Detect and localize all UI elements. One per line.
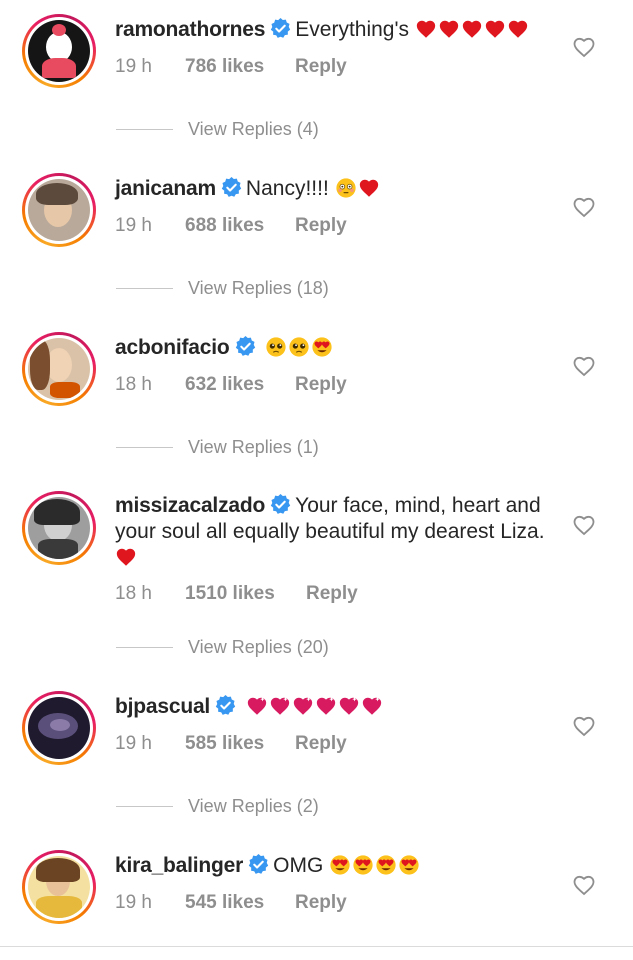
emoji-group [265, 336, 334, 359]
username[interactable]: acbonifacio [115, 336, 230, 359]
divider [116, 446, 173, 448]
comment-text: Everything's [295, 18, 409, 41]
verified-badge-icon [221, 176, 242, 197]
likes-count[interactable]: 688 likes [185, 215, 295, 237]
sparkling-heart-icon [362, 696, 382, 715]
reply-button[interactable]: Reply [295, 56, 347, 78]
sparkling-heart-icon [270, 696, 290, 715]
avatar[interactable] [22, 491, 96, 565]
sparkling-heart-icon [293, 696, 313, 715]
heart-eyes-face-icon [376, 855, 396, 875]
verified-badge-icon [248, 853, 269, 874]
red-heart-icon [462, 20, 482, 38]
emoji-group [329, 854, 421, 877]
view-replies-link[interactable]: View Replies (1) [188, 437, 319, 458]
red-heart-icon [485, 20, 505, 38]
sparkling-heart-icon [316, 696, 336, 715]
sparkling-heart-icon [339, 696, 359, 715]
view-replies-link[interactable]: View Replies (4) [188, 119, 319, 140]
view-replies-link[interactable]: View Replies (20) [188, 637, 329, 658]
red-heart-icon [508, 20, 528, 38]
comment-text: Nancy!!!! [245, 177, 329, 200]
bottom-divider [0, 946, 633, 947]
flushed-face-icon [336, 178, 356, 198]
red-heart-icon [116, 548, 136, 566]
heart-eyes-face-icon [353, 855, 373, 875]
divider [116, 805, 173, 807]
avatar[interactable] [22, 14, 96, 88]
username[interactable]: ramonathornes [115, 18, 265, 41]
username[interactable]: kira_balinger [115, 854, 243, 877]
heart-eyes-face-icon [399, 855, 419, 875]
avatar[interactable] [22, 332, 96, 406]
comments-list: ramonathornes Everything's 19 h 786 likes R… [0, 0, 633, 960]
red-heart-icon [439, 20, 459, 38]
verified-badge-icon [215, 694, 236, 715]
pleading-face-icon [266, 337, 286, 357]
verified-badge-icon [270, 493, 291, 514]
comment-time: 19 h [115, 892, 152, 913]
pleading-face-icon [289, 337, 309, 357]
reply-button[interactable]: Reply [295, 215, 347, 237]
avatar[interactable] [22, 173, 96, 247]
username[interactable]: missizacalzado [115, 494, 265, 517]
like-heart-icon[interactable] [572, 715, 596, 737]
red-heart-icon [359, 179, 378, 197]
view-replies[interactable]: View Replies (20) [116, 635, 416, 659]
reply-button[interactable]: Reply [306, 583, 358, 605]
avatar[interactable] [22, 850, 96, 924]
emoji-group [415, 18, 530, 41]
like-heart-icon[interactable] [572, 196, 596, 218]
like-heart-icon[interactable] [572, 874, 596, 896]
like-heart-icon[interactable] [572, 355, 596, 377]
username[interactable]: janicanam [115, 177, 216, 200]
divider [116, 287, 173, 289]
reply-button[interactable]: Reply [295, 733, 347, 755]
emoji-group [115, 546, 138, 569]
view-replies[interactable]: View Replies (4) [116, 117, 416, 141]
view-replies-link[interactable]: View Replies (2) [188, 796, 319, 817]
view-replies[interactable]: View Replies (2) [116, 794, 416, 818]
view-replies[interactable]: View Replies (1) [116, 435, 416, 459]
likes-count[interactable]: 585 likes [185, 733, 295, 755]
view-replies[interactable]: View Replies (18) [116, 276, 416, 300]
heart-eyes-face-icon [312, 337, 332, 357]
likes-count[interactable]: 786 likes [185, 56, 295, 78]
comment-time: 19 h [115, 215, 152, 236]
likes-count[interactable]: 1510 likes [185, 583, 306, 605]
emoji-group [335, 177, 381, 200]
comment-text: OMG [273, 854, 324, 877]
divider [116, 128, 173, 130]
avatar[interactable] [22, 691, 96, 765]
view-replies-link[interactable]: View Replies (18) [188, 278, 329, 299]
heart-eyes-face-icon [330, 855, 350, 875]
sparkling-heart-icon [247, 696, 267, 715]
comment-time: 18 h [115, 374, 152, 395]
emoji-group [246, 695, 384, 718]
likes-count[interactable]: 545 likes [185, 892, 295, 914]
red-heart-icon [416, 20, 436, 38]
reply-button[interactable]: Reply [295, 892, 347, 914]
divider [116, 646, 173, 648]
verified-badge-icon [235, 335, 255, 356]
comment-time: 19 h [115, 56, 152, 77]
username[interactable]: bjpascual [115, 695, 210, 718]
comment-time: 19 h [115, 733, 152, 754]
like-heart-icon[interactable] [572, 36, 596, 58]
reply-button[interactable]: Reply [295, 374, 347, 396]
verified-badge-icon [271, 17, 291, 38]
like-heart-icon[interactable] [572, 514, 596, 536]
likes-count[interactable]: 632 likes [185, 374, 295, 396]
comment-time: 18 h [115, 583, 152, 604]
